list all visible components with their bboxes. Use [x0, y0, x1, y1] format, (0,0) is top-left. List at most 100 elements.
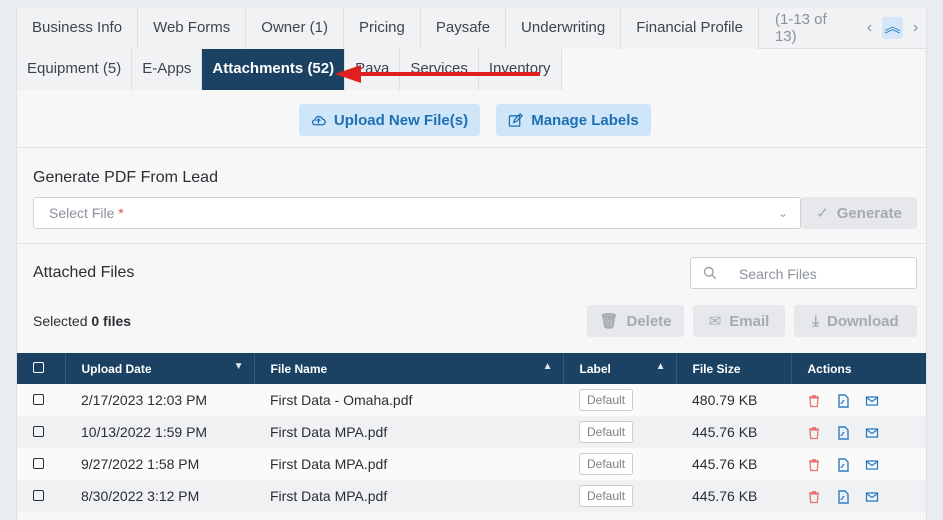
select-file-dropdown[interactable]: Select File * ⌄ — [33, 197, 801, 229]
section-divider — [17, 243, 926, 244]
label-chip[interactable]: Default — [579, 421, 634, 443]
select-all-header — [17, 353, 66, 384]
tab-financial-profile[interactable]: Financial Profile — [621, 8, 759, 49]
envelope-icon: ✉ — [708, 313, 722, 330]
file-size-cell: 445.76 KB — [692, 456, 758, 472]
section-divider — [17, 147, 926, 148]
email-icon[interactable] — [865, 426, 879, 440]
delete-label: Delete — [626, 312, 672, 330]
check-icon: ✓ — [816, 205, 829, 222]
email-icon[interactable] — [865, 458, 879, 472]
tab-row-primary: Business Info Web Forms Owner (1) Pricin… — [17, 8, 926, 49]
search-files-placeholder: Search Files — [739, 266, 817, 282]
file-name-cell[interactable]: First Data MPA.pdf — [254, 480, 563, 512]
manage-labels-label: Manage Labels — [531, 111, 639, 129]
file-size-header: File Size — [676, 353, 792, 384]
tab-attachments[interactable]: Attachments (52) — [202, 49, 346, 90]
row-checkbox[interactable] — [33, 490, 44, 501]
download-icon: ⤓ — [812, 312, 819, 330]
email-label: Email — [729, 312, 770, 330]
download-button[interactable]: ⤓ Download — [794, 305, 917, 337]
upload-date-cell: 10/13/2022 1:59 PM — [81, 424, 208, 440]
sort-icon: ▲︎ — [542, 361, 553, 372]
label-chip[interactable]: Default — [579, 389, 634, 411]
row-actions — [791, 384, 926, 416]
trash-icon[interactable] — [807, 394, 821, 408]
prev-record-icon[interactable]: ‹ — [859, 17, 880, 39]
select-all-checkbox[interactable] — [33, 361, 44, 373]
collapse-up-icon[interactable]: ︽ — [882, 17, 903, 39]
table-row: 8/30/2022 3:12 PM First Data MPA.pdf Def… — [17, 480, 926, 512]
table-row: 10/13/2022 1:59 PM First Data MPA.pdf De… — [17, 416, 926, 448]
view-file-icon[interactable] — [836, 458, 850, 472]
row-checkbox[interactable] — [33, 458, 44, 469]
next-record-icon[interactable]: › — [905, 17, 926, 39]
trash-icon[interactable] — [807, 458, 821, 472]
generate-pdf-title: Generate PDF From Lead — [33, 169, 218, 186]
table-row: 9/27/2022 1:58 PM First Data MPA.pdf Def… — [17, 448, 926, 480]
record-count: (1-13 of 13) — [774, 11, 827, 45]
attachments-table: Upload Date ▼ File Name ▲︎ Label ▲︎ File Si… — [17, 353, 926, 512]
upload-date-cell: 2/17/2023 12:03 PM — [81, 392, 208, 408]
file-name-cell[interactable]: First Data MPA.pdf — [254, 448, 563, 480]
file-size-cell: 480.79 KB — [692, 392, 758, 408]
delete-button[interactable]: 🗑 Delete — [587, 305, 684, 337]
trash-icon: 🗑 — [599, 313, 619, 330]
file-size-cell: 445.76 KB — [692, 488, 758, 504]
select-file-placeholder: Select File — [49, 205, 115, 221]
email-icon[interactable] — [865, 490, 879, 504]
row-actions — [791, 416, 926, 448]
tab-paysafe[interactable]: Paysafe — [420, 8, 507, 49]
annotation-arrow — [335, 65, 540, 83]
label-chip[interactable]: Default — [579, 485, 634, 507]
tab-e-apps[interactable]: E-Apps — [132, 49, 203, 90]
trash-icon[interactable] — [807, 490, 821, 504]
selected-prefix: Selected — [33, 313, 88, 329]
generate-button[interactable]: ✓ Generate — [801, 197, 917, 229]
sort-desc-icon: ▼ — [233, 361, 244, 372]
record-pager: (1-13 of 13) ‹ ︽ › — [758, 8, 926, 48]
actions-header: Actions — [791, 353, 926, 384]
search-icon — [703, 266, 717, 280]
view-file-icon[interactable] — [836, 426, 850, 440]
selected-count: 0 files — [91, 313, 132, 329]
view-file-icon[interactable] — [836, 490, 850, 504]
label-chip[interactable]: Default — [579, 453, 634, 475]
chevron-down-icon: ⌄ — [777, 206, 788, 220]
generate-label: Generate — [836, 204, 902, 222]
tab-web-forms[interactable]: Web Forms — [138, 8, 247, 49]
tab-equipment[interactable]: Equipment (5) — [17, 49, 133, 90]
cloud-upload-icon — [311, 115, 326, 125]
upload-files-label: Upload New File(s) — [333, 111, 469, 129]
upload-date-header[interactable]: Upload Date ▼ — [65, 353, 255, 384]
upload-files-button[interactable]: Upload New File(s) — [299, 104, 480, 136]
manage-labels-button[interactable]: Manage Labels — [496, 104, 651, 136]
tab-underwriting[interactable]: Underwriting — [506, 8, 622, 49]
row-actions — [791, 480, 926, 512]
row-checkbox[interactable] — [33, 426, 44, 437]
row-actions — [791, 448, 926, 480]
email-button[interactable]: ✉ Email — [693, 305, 785, 337]
file-name-header[interactable]: File Name ▲︎ — [254, 353, 564, 384]
edit-icon — [508, 112, 524, 127]
lead-panel: Business Info Web Forms Owner (1) Pricin… — [16, 8, 927, 520]
file-name-cell[interactable]: First Data - Omaha.pdf — [254, 384, 563, 416]
tab-pricing[interactable]: Pricing — [343, 8, 421, 49]
tab-business-info[interactable]: Business Info — [17, 8, 139, 49]
selected-files-info: Selected 0 files — [33, 313, 131, 329]
upload-date-cell: 8/30/2022 3:12 PM — [81, 488, 200, 504]
email-icon[interactable] — [865, 394, 879, 408]
sort-icon: ▲︎ — [655, 361, 666, 372]
table-header-row: Upload Date ▼ File Name ▲︎ Label ▲︎ File Si… — [17, 353, 926, 384]
row-checkbox[interactable] — [33, 394, 44, 405]
view-file-icon[interactable] — [836, 394, 850, 408]
upload-date-cell: 9/27/2022 1:58 PM — [81, 456, 200, 472]
file-name-cell[interactable]: First Data MPA.pdf — [254, 416, 563, 448]
tab-owner[interactable]: Owner (1) — [246, 8, 344, 49]
download-label: Download — [826, 312, 899, 330]
search-files-input[interactable]: Search Files — [690, 257, 917, 289]
label-header[interactable]: Label ▲︎ — [563, 353, 677, 384]
required-mark: * — [118, 205, 124, 221]
trash-icon[interactable] — [807, 426, 821, 440]
file-size-cell: 445.76 KB — [692, 424, 758, 440]
